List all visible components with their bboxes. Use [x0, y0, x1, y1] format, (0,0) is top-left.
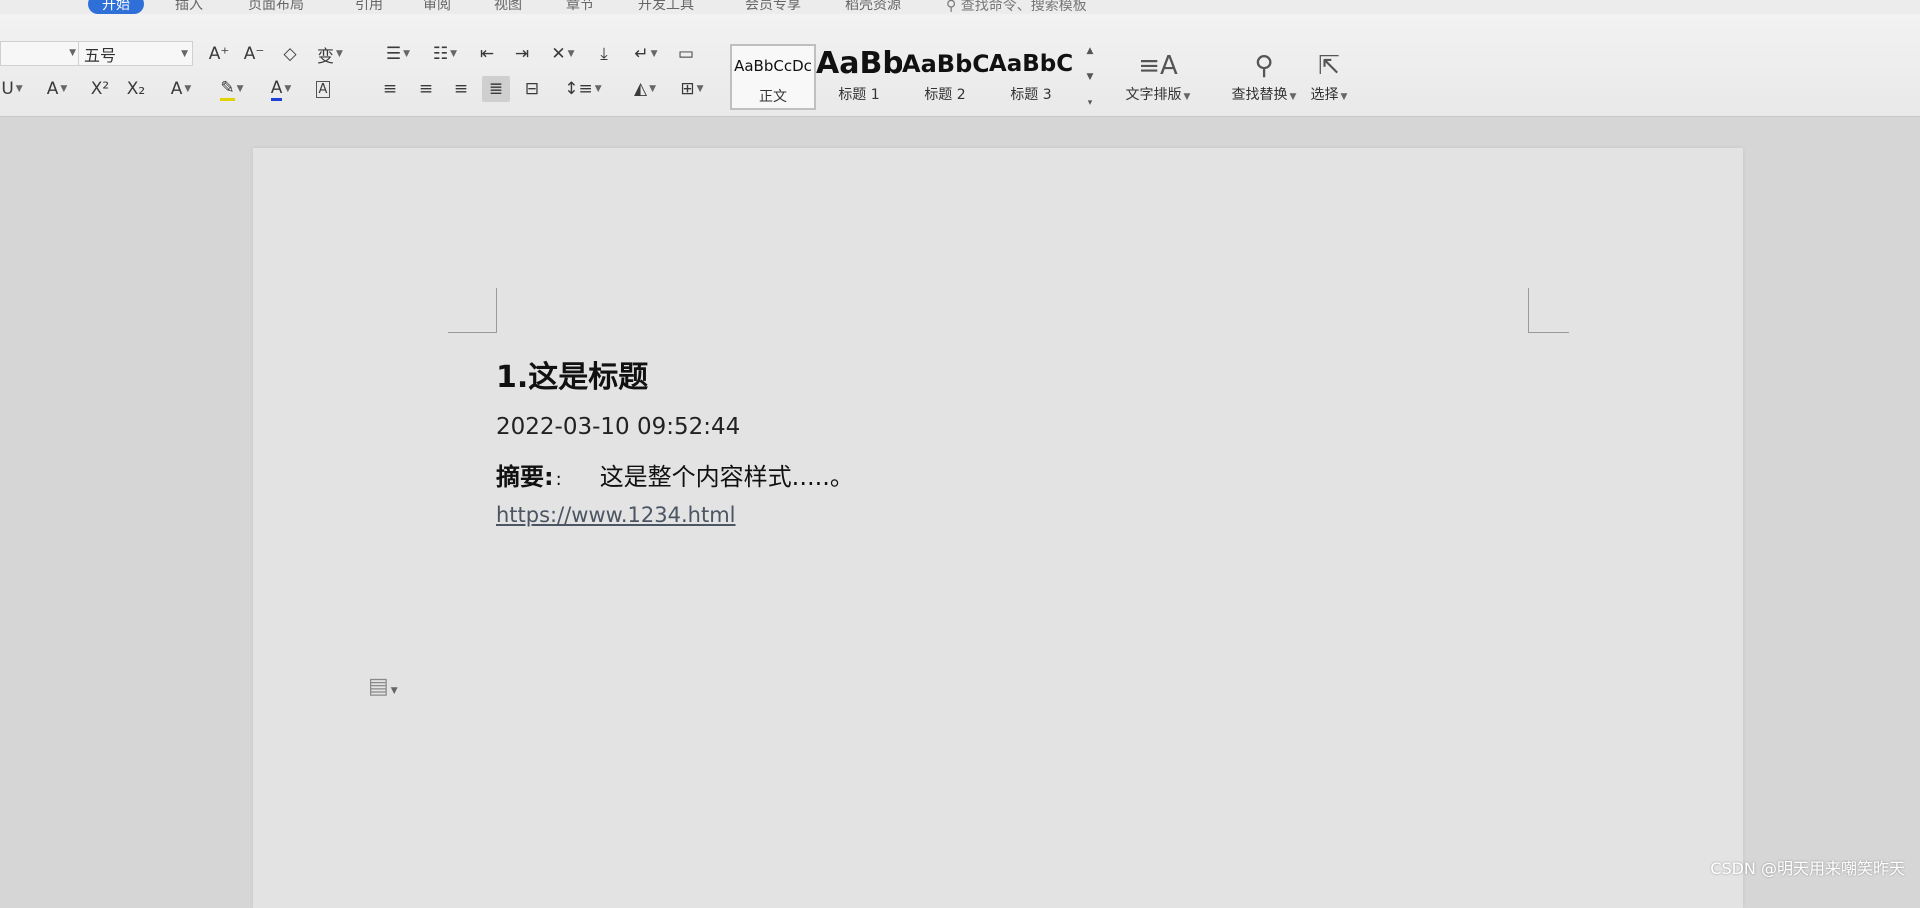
tab-developer[interactable]: 开发工具	[638, 0, 694, 14]
text-effect-button[interactable]: A ▼	[160, 76, 202, 102]
styles-gallery: AaBbCcDc 正文 AaBbC 标题 1 AaBbC 标题 2 AaBbC …	[730, 44, 1100, 110]
subscript-button[interactable]: X₂	[122, 76, 150, 102]
chevron-down-icon: ▼	[390, 686, 398, 696]
document-date[interactable]: 2022-03-10 09:52:44	[496, 414, 740, 440]
highlighter-icon: ✎	[220, 78, 235, 101]
bullets-button[interactable]: ☰ ▼	[378, 41, 418, 67]
abstract-text: 这是整个内容样式.....。	[599, 463, 854, 491]
document-abstract[interactable]: 摘要:: 这是整个内容样式.....。	[496, 457, 854, 492]
phonetic-guide-button[interactable]: 变 ▼	[310, 41, 350, 67]
margin-corner-left	[448, 288, 497, 333]
ribbon-tab-bar: 开始 插入 页面布局 引用 审阅 视图 章节 开发工具 会员专享 稻壳资源 ⚲ …	[0, 0, 1920, 14]
tab-insert[interactable]: 插入	[175, 0, 203, 14]
ruler-button[interactable]: ▭	[672, 41, 700, 67]
numbering-button[interactable]: ☷ ▼	[425, 41, 465, 67]
search-commands-text: 查找命令、搜索模板	[960, 0, 1087, 14]
line-spacing-button[interactable]: ↕≡ ▼	[562, 76, 604, 102]
style-preview: AaBbC	[988, 51, 1074, 77]
shrink-font-button[interactable]: A⁻	[240, 41, 268, 67]
find-replace-label: 查找替换	[1231, 87, 1288, 103]
char-border-icon: A	[315, 80, 331, 98]
text-layout-icon: ≡A	[1138, 51, 1178, 81]
justify-button[interactable]: ≣	[482, 76, 510, 102]
expand-icon[interactable]: ▾	[1088, 98, 1093, 108]
margin-corner-right	[1528, 288, 1569, 333]
text-direction-button[interactable]: ⤓	[590, 41, 618, 67]
chevron-down-icon: ▼	[181, 48, 188, 59]
text-layout-button[interactable]: ≡A 文字排版 ▼	[1114, 48, 1202, 104]
tab-page-layout[interactable]: 页面布局	[248, 0, 304, 14]
style-name: 标题 2	[924, 87, 966, 103]
cursor-icon: ⇱	[1318, 51, 1340, 81]
style-preview: AaBbCcDc	[734, 57, 812, 75]
align-left-button[interactable]: ≡	[376, 76, 404, 102]
chevron-down-icon: ▼	[69, 48, 76, 58]
style-heading-1[interactable]: AaBbC 标题 1	[816, 44, 902, 110]
search-icon: ⚲	[1254, 51, 1274, 81]
align-right-button[interactable]: ≡	[447, 76, 475, 102]
abstract-colon: :	[555, 469, 562, 490]
text-layout-label: 文字排版	[1125, 87, 1182, 103]
search-commands[interactable]: ⚲ 查找命令、搜索模板	[946, 0, 1087, 14]
style-name: 标题 1	[838, 87, 880, 103]
chevron-down-icon[interactable]: ▼	[1087, 72, 1094, 82]
decrease-indent-button[interactable]: ⇤	[473, 41, 501, 67]
document-heading[interactable]: 1.这是标题	[496, 352, 648, 396]
clear-format-button[interactable]: ◇	[276, 41, 304, 67]
grow-font-button[interactable]: A⁺	[205, 41, 233, 67]
style-name: 标题 3	[1010, 87, 1052, 103]
increase-indent-button[interactable]: ⇥	[508, 41, 536, 67]
document-page[interactable]	[253, 148, 1743, 908]
watermark: CSDN @明天用来嘲笑昨天	[1710, 859, 1905, 878]
style-heading-2[interactable]: AaBbC 标题 2	[902, 44, 988, 110]
tab-references[interactable]: 引用	[355, 0, 383, 14]
font-name-select[interactable]: ▼	[0, 41, 80, 66]
borders-button[interactable]: ⊞ ▼	[672, 76, 712, 102]
font-size-value: 五号	[84, 45, 117, 65]
highlight-button[interactable]: ✎ ▼	[210, 76, 254, 102]
tab-home[interactable]: 开始	[88, 0, 144, 14]
align-center-button[interactable]: ≡	[412, 76, 440, 102]
distributed-button[interactable]: ⊟	[518, 76, 546, 102]
styles-gallery-scroll[interactable]: ▲ ▼ ▾	[1084, 46, 1096, 108]
strikethrough-button[interactable]: A ▼	[36, 76, 78, 102]
find-replace-button[interactable]: ⚲ 查找替换 ▼	[1220, 48, 1308, 104]
paragraph-mark-button[interactable]: ↵ ▼	[626, 41, 666, 67]
style-name: 正文	[759, 89, 787, 105]
style-preview: AaBbC	[816, 46, 902, 81]
paste-options-icon: ▤	[368, 674, 389, 699]
style-normal[interactable]: AaBbCcDc 正文	[730, 44, 816, 110]
chinese-layout-button[interactable]: ✕ ▼	[543, 41, 583, 67]
superscript-button[interactable]: X²	[86, 76, 114, 102]
font-color-icon: A	[270, 78, 283, 101]
font-size-select[interactable]: 五号 ▼	[78, 41, 193, 66]
paste-options-button[interactable]: ▤ ▼	[368, 674, 398, 699]
tab-chapter[interactable]: 章节	[566, 0, 594, 14]
tab-view[interactable]: 视图	[494, 0, 522, 14]
tab-review[interactable]: 审阅	[423, 0, 451, 14]
shading-button[interactable]: ◭ ▼	[624, 76, 666, 102]
ribbon: ▼ 五号 ▼ A⁺ A⁻ ◇ 变 ▼ U ▼ A ▼ X² X₂ A ▼ ✎ ▼ A ▼ A…	[0, 14, 1920, 117]
tab-member[interactable]: 会员专享	[745, 0, 801, 14]
select-label: 选择	[1310, 87, 1339, 103]
style-preview: AaBbC	[902, 50, 988, 78]
select-button[interactable]: ⇱ 选择 ▼	[1306, 48, 1352, 104]
font-color-button[interactable]: A ▼	[262, 76, 300, 102]
abstract-label: 摘要:	[496, 463, 554, 491]
document-link[interactable]: https://www.1234.html	[496, 503, 736, 527]
chevron-up-icon[interactable]: ▲	[1087, 46, 1094, 56]
style-heading-3[interactable]: AaBbC 标题 3	[988, 44, 1074, 110]
underline-button[interactable]: U ▼	[0, 76, 24, 102]
char-border-button[interactable]: A	[310, 76, 336, 102]
tab-docer-resources[interactable]: 稻壳资源	[845, 0, 901, 14]
